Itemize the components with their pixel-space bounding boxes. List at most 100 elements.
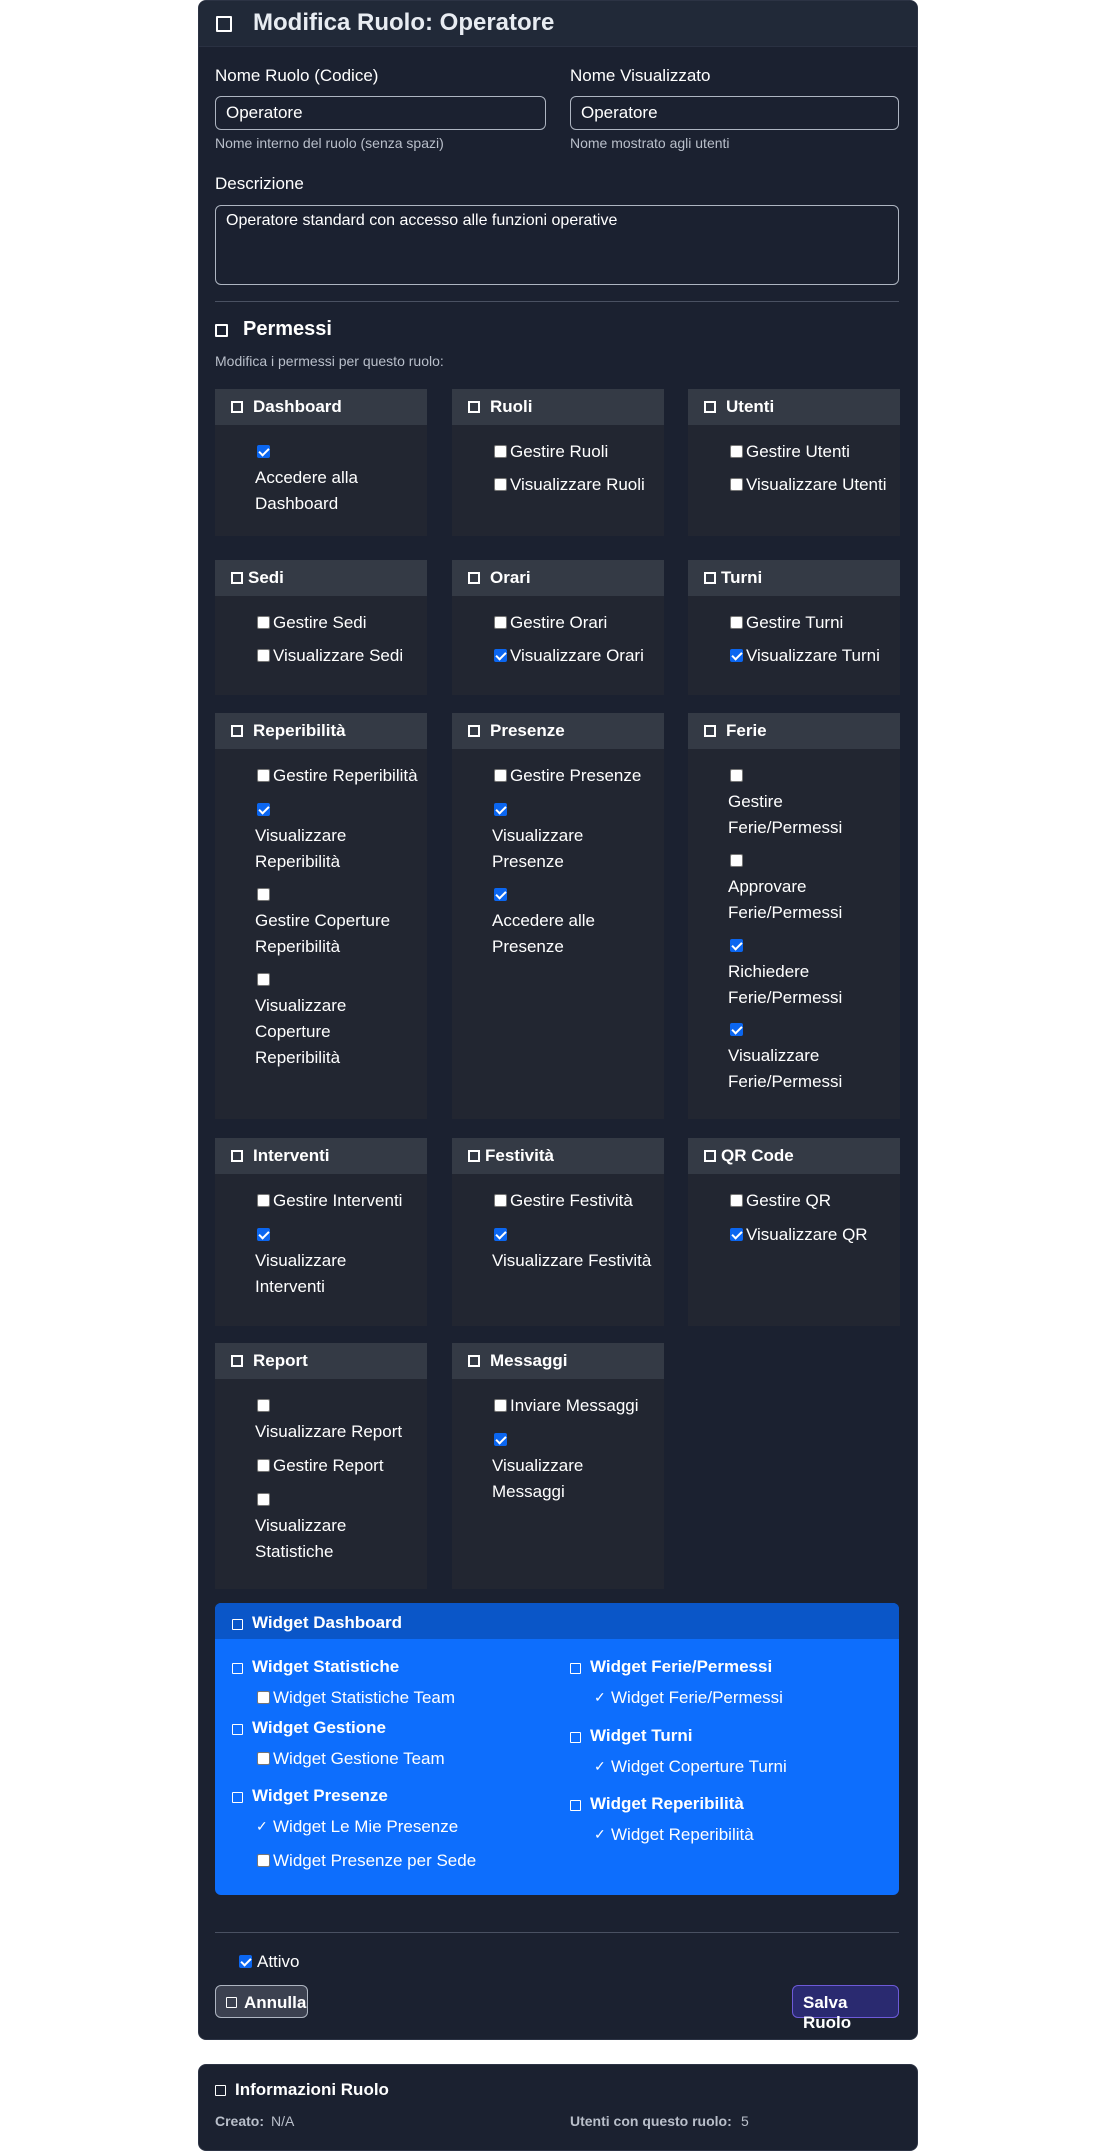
widget-group-title: Widget Presenze: [252, 1786, 388, 1805]
group-icon: [231, 572, 243, 584]
users-count-label: Utenti con questo ruolo:: [570, 2113, 732, 2129]
widget-checkbox[interactable]: ✓: [594, 1826, 606, 1843]
permission-checkbox[interactable]: [730, 1023, 743, 1036]
permission-label: Gestire Sedi: [273, 613, 367, 632]
widget-checkbox[interactable]: [257, 1691, 270, 1704]
group-icon: [468, 572, 480, 584]
widget-checkbox[interactable]: [257, 1752, 270, 1765]
active-checkbox[interactable]: [239, 1955, 252, 1968]
page-title: Modifica Ruolo: Operatore: [253, 9, 555, 36]
permission-label: Visualizzare Turni: [746, 646, 880, 665]
group-icon: [231, 725, 243, 737]
permission-label: Visualizzare Festività: [492, 1251, 652, 1270]
permission-checkbox[interactable]: [494, 888, 507, 901]
permission-label: Visualizzare Utenti: [746, 475, 887, 494]
permission-label: Visualizzare Sedi: [273, 646, 404, 665]
permission-checkbox[interactable]: [257, 769, 270, 782]
created-value: N/A: [271, 2113, 295, 2129]
cancel-button[interactable]: Annulla: [215, 1985, 308, 2018]
permission-label: Inviare Messaggi: [510, 1396, 639, 1415]
permission-group-header: Messaggi: [452, 1343, 664, 1379]
permission-checkbox[interactable]: [257, 1228, 270, 1241]
group-icon: [468, 725, 480, 737]
permission-checkbox[interactable]: [257, 888, 270, 901]
permission-group-header: Dashboard: [215, 389, 427, 425]
widget-group-icon: [570, 1732, 581, 1743]
permission-group-title: Messaggi: [490, 1351, 568, 1370]
group-icon: [468, 1355, 480, 1367]
permission-checkbox[interactable]: [730, 649, 743, 662]
group-icon: [704, 725, 716, 737]
permission-label: Visualizzare Ruoli: [510, 475, 645, 494]
role-name-input[interactable]: [215, 96, 546, 130]
permission-label: Visualizzare Report: [255, 1422, 403, 1441]
permission-group-header: Presenze: [452, 713, 664, 749]
widget-group-title: Widget Statistiche: [252, 1657, 400, 1676]
permission-group-header: Turni: [688, 560, 900, 596]
description-textarea[interactable]: Operatore standard con accesso alle funz…: [215, 205, 899, 285]
permission-checkbox[interactable]: [257, 973, 270, 986]
widget-checkbox[interactable]: ✓: [594, 1758, 606, 1775]
role-name-help: Nome interno del ruolo (senza spazi): [215, 135, 444, 151]
permission-checkbox[interactable]: [257, 1194, 270, 1207]
widget-group-icon: [570, 1663, 581, 1674]
permission-checkbox[interactable]: [494, 1399, 507, 1412]
widget-dashboard-icon: [232, 1619, 243, 1630]
permission-checkbox[interactable]: [494, 649, 507, 662]
permission-label: Gestire Utenti: [746, 442, 850, 461]
permission-checkbox[interactable]: [730, 854, 743, 867]
permission-checkbox[interactable]: [730, 616, 743, 629]
permission-checkbox[interactable]: [494, 803, 507, 816]
info-icon: [215, 2085, 226, 2096]
permission-checkbox[interactable]: [257, 445, 270, 458]
permission-checkbox[interactable]: [257, 1493, 270, 1506]
divider: [215, 301, 899, 302]
permission-group-header: Utenti: [688, 389, 900, 425]
permission-group-title: Sedi: [248, 568, 284, 587]
permission-checkbox[interactable]: [494, 1433, 507, 1446]
permission-label: Gestire QR: [746, 1191, 832, 1210]
permission-checkbox[interactable]: [730, 939, 743, 952]
permission-checkbox[interactable]: [494, 1228, 507, 1241]
widget-checkbox[interactable]: ✓: [594, 1689, 606, 1706]
users-count-value: 5: [741, 2113, 749, 2129]
permissions-title: Permessi: [243, 318, 332, 340]
permission-label: Visualizzare QR: [746, 1225, 868, 1244]
widget-checkbox[interactable]: [257, 1854, 270, 1867]
permission-checkbox[interactable]: [257, 1459, 270, 1472]
permission-label: Visualizzare Interventi: [255, 1251, 347, 1296]
widget-group-icon: [570, 1800, 581, 1811]
widget-group-title: Widget Ferie/Permessi: [590, 1657, 773, 1676]
widget-group-icon: [232, 1663, 243, 1674]
permission-checkbox[interactable]: [257, 803, 270, 816]
widget-checkbox[interactable]: ✓: [256, 1818, 268, 1835]
group-icon: [704, 1150, 716, 1162]
permission-checkbox[interactable]: [730, 478, 743, 491]
save-button[interactable]: Salva Ruolo: [792, 1985, 899, 2032]
permission-checkbox[interactable]: [494, 1194, 507, 1207]
permission-label: Gestire Coperture Reperibilità: [255, 911, 391, 956]
permission-checkbox[interactable]: [730, 1228, 743, 1241]
permission-label: Gestire Turni: [746, 613, 844, 632]
permission-checkbox[interactable]: [730, 769, 743, 782]
permission-checkbox[interactable]: [257, 1399, 270, 1412]
widget-item-label: Widget Coperture Turni: [611, 1757, 787, 1776]
permission-checkbox[interactable]: [494, 769, 507, 782]
permission-checkbox[interactable]: [257, 649, 270, 662]
permission-group-title: Dashboard: [253, 397, 342, 416]
permission-group-title: Presenze: [490, 721, 565, 740]
permission-label: Gestire Ruoli: [510, 442, 609, 461]
permission-checkbox[interactable]: [494, 616, 507, 629]
permission-checkbox[interactable]: [494, 445, 507, 458]
permission-checkbox[interactable]: [730, 1194, 743, 1207]
permission-checkbox[interactable]: [494, 478, 507, 491]
permission-label: Gestire Presenze: [510, 766, 642, 785]
group-icon: [231, 1150, 243, 1162]
permission-group-header: Interventi: [215, 1138, 427, 1174]
permissions-subtitle: Modifica i permessi per questo ruolo:: [215, 353, 444, 369]
permission-checkbox[interactable]: [257, 616, 270, 629]
permission-checkbox[interactable]: [730, 445, 743, 458]
widget-item-label: Widget Le Mie Presenze: [273, 1817, 459, 1836]
display-name-input[interactable]: [570, 96, 899, 130]
permission-group-title: Reperibilità: [253, 721, 346, 740]
